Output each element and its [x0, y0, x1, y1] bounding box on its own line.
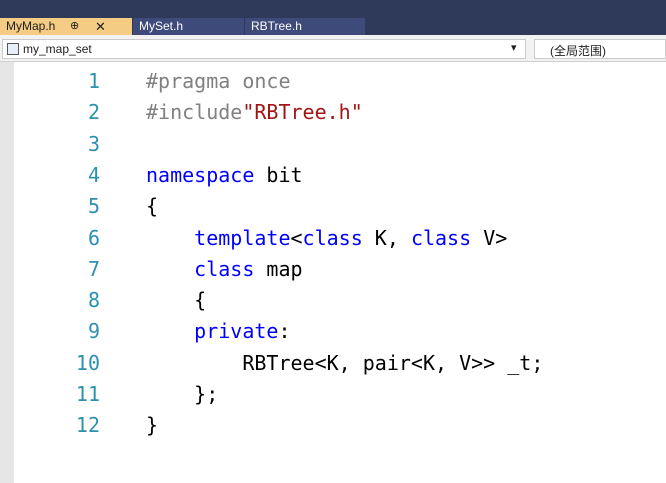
code-token: template — [194, 225, 291, 250]
code-token: } — [146, 413, 159, 438]
code-line[interactable]: 6 template<class K, class V> — [0, 223, 666, 254]
pin-icon[interactable]: ⊕ — [70, 18, 79, 35]
code-line[interactable]: 3 — [0, 129, 666, 160]
code-text: #include"RBTree.h" — [146, 97, 363, 128]
code-token: { — [146, 288, 207, 313]
code-editor[interactable]: 1 #pragma once 2 #include"RBTree.h" 3 4 namesp… — [0, 62, 666, 483]
scope-label: my_map_set — [23, 42, 92, 56]
code-token: "RBTree.h" — [242, 100, 363, 125]
navigation-bar: my_map_set ▾ (全局范围) — [0, 35, 666, 62]
code-text: }; — [146, 379, 218, 410]
tab-label: MySet.h — [139, 19, 184, 33]
code-line[interactable]: 7 class map — [0, 254, 666, 285]
window-top-strip — [0, 0, 666, 18]
code-token: map — [254, 256, 303, 281]
code-token: V> — [471, 225, 508, 250]
code-token: private — [194, 319, 279, 344]
code-line[interactable]: 10 RBTree<K, pair<K, V>> _t; — [0, 348, 666, 379]
code-text: } — [146, 410, 158, 441]
scope-dropdown[interactable]: my_map_set ▾ — [2, 39, 526, 59]
code-token: { — [146, 194, 159, 219]
chevron-down-icon[interactable]: ▾ — [511, 41, 517, 54]
tab-rbtree-h[interactable]: RBTree.h — [245, 18, 365, 35]
code-text: #pragma once — [146, 66, 291, 97]
code-token: RBTree<K, pair<K, V>> _t; — [146, 350, 544, 375]
tab-myset-h[interactable]: MySet.h — [133, 18, 244, 35]
code-text: namespace bit — [146, 160, 303, 191]
code-token: #pragma once — [146, 69, 291, 93]
line-number: 8 — [87, 288, 100, 313]
tab-label: RBTree.h — [251, 19, 302, 33]
close-icon[interactable]: ✕ — [95, 18, 106, 35]
code-text: private: — [146, 316, 291, 347]
line-number: 5 — [87, 194, 100, 219]
line-number: 2 — [87, 100, 100, 125]
code-token: : — [278, 319, 291, 344]
line-number: 4 — [87, 162, 100, 187]
code-line[interactable]: 2 #include"RBTree.h" — [0, 97, 666, 128]
line-number: 9 — [87, 319, 100, 344]
document-tab-row: MyMap.h ⊕ ✕ MySet.h RBTree.h — [0, 18, 666, 35]
code-token: namespace — [146, 162, 255, 187]
member-label: (全局范围) — [550, 44, 606, 58]
code-text: class map — [146, 254, 303, 285]
code-text: { — [146, 285, 206, 316]
code-token: class — [302, 225, 363, 250]
code-token: class — [194, 256, 255, 281]
code-line[interactable]: 1 #pragma once — [0, 66, 666, 97]
code-line[interactable]: 4 namespace bit — [0, 160, 666, 191]
code-line[interactable]: 5{ — [0, 191, 666, 222]
line-number: 12 — [75, 413, 100, 438]
code-line[interactable]: 9 private: — [0, 316, 666, 347]
code-token: K, — [362, 225, 411, 250]
code-token: }; — [146, 382, 219, 406]
line-number: 7 — [87, 256, 100, 281]
line-number: 1 — [87, 69, 100, 93]
code-token: bit — [254, 162, 303, 187]
code-line[interactable]: 12} — [0, 410, 666, 441]
code-token: < — [290, 225, 303, 250]
code-token: class — [410, 225, 472, 250]
tab-label: MyMap.h — [6, 19, 56, 33]
project-icon — [7, 43, 19, 55]
line-number: 10 — [75, 350, 100, 375]
code-line[interactable]: 8 { — [0, 285, 666, 316]
code-line[interactable]: 11 }; — [0, 379, 666, 410]
tab-mymap-h[interactable]: MyMap.h ⊕ ✕ — [0, 18, 132, 35]
code-token: #include — [146, 100, 243, 125]
code-text: { — [146, 191, 158, 222]
code-text: template<class K, class V> — [146, 223, 507, 254]
code-text: RBTree<K, pair<K, V>> _t; — [146, 348, 543, 379]
line-number: 6 — [87, 225, 100, 250]
line-number: 11 — [75, 382, 100, 406]
line-number: 3 — [87, 131, 100, 156]
member-dropdown[interactable]: (全局范围) — [534, 39, 666, 59]
